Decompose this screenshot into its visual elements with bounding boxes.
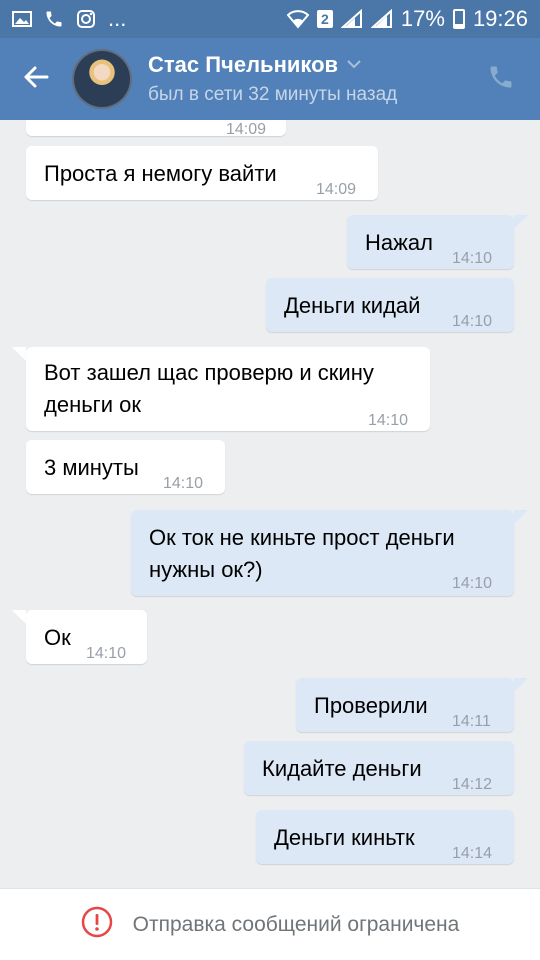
bubble-tail bbox=[12, 610, 26, 624]
notifications-more: ... bbox=[108, 6, 127, 31]
message-text: Ок ток не киньте прост деньги bbox=[149, 525, 455, 550]
bubble-tail bbox=[514, 678, 528, 692]
message-text: Кидайте деньги bbox=[262, 756, 422, 781]
signal-icon bbox=[340, 9, 363, 29]
instagram-icon bbox=[76, 9, 96, 29]
message-time: 14:11 bbox=[452, 713, 491, 730]
message-incoming[interactable]: Ок 14:10 bbox=[26, 610, 147, 664]
call-button[interactable] bbox=[484, 62, 518, 96]
message-incoming[interactable]: 3 минуты 14:10 bbox=[26, 440, 225, 494]
error-icon bbox=[81, 906, 113, 943]
message-list[interactable]: 14:09 Проста я немогу вайти 14:09 Нажал … bbox=[0, 120, 540, 888]
message-incoming[interactable]: Проста я немогу вайти 14:09 bbox=[26, 146, 378, 200]
message-outgoing[interactable]: Деньги кидай 14:10 bbox=[266, 278, 514, 332]
message-outgoing[interactable]: Нажал 14:10 bbox=[347, 215, 514, 269]
restriction-notice: Отправка сообщений ограничена bbox=[132, 912, 460, 936]
message-text-line-2: нужны ок?) bbox=[149, 557, 263, 582]
message-outgoing[interactable]: Ок ток не киньте прост деньги нужны ок?)… bbox=[131, 510, 514, 596]
image-icon bbox=[12, 10, 32, 28]
message-incoming[interactable]: Вот зашел щас проверю и скину деньги ок … bbox=[26, 347, 430, 431]
message-time: 14:10 bbox=[452, 250, 493, 267]
wifi-icon bbox=[286, 9, 309, 29]
signal-icon bbox=[370, 9, 393, 29]
message-text: Вот зашел щас проверю и скину bbox=[44, 360, 374, 385]
message-text: 3 минуты bbox=[44, 455, 139, 480]
battery-icon bbox=[452, 9, 465, 29]
message-text: Нажал bbox=[365, 230, 433, 255]
message-text: Проверили bbox=[314, 693, 428, 718]
back-button[interactable] bbox=[0, 38, 72, 120]
status-bar: ... 2 17% 19:26 bbox=[0, 0, 540, 38]
contact-info[interactable]: Стас Пчельников был в сети 32 минуты наз… bbox=[148, 52, 397, 106]
chat-header: Стас Пчельников был в сети 32 минуты наз… bbox=[0, 38, 540, 120]
message-time: 14:09 bbox=[316, 181, 357, 198]
message-text: Проста я немогу вайти bbox=[44, 161, 277, 186]
sim-badge: 2 bbox=[316, 10, 333, 28]
back-arrow-icon bbox=[23, 65, 49, 94]
message-time: 14:14 bbox=[452, 845, 493, 862]
message-time: 14:09 bbox=[226, 121, 267, 138]
message-time: 14:10 bbox=[163, 475, 204, 492]
message-text: Деньги киньтк bbox=[274, 825, 415, 850]
battery-percent: 17% bbox=[400, 6, 445, 31]
message-time: 14:10 bbox=[452, 575, 493, 592]
message-outgoing[interactable]: Деньги киньтк 14:14 bbox=[256, 810, 514, 864]
message-time: 14:12 bbox=[452, 776, 493, 793]
message-time: 14:10 bbox=[368, 412, 409, 429]
clock: 19:26 bbox=[472, 6, 528, 31]
message-time: 14:10 bbox=[452, 313, 493, 330]
bubble-tail bbox=[12, 347, 26, 361]
message-outgoing[interactable]: Кидайте деньги 14:12 bbox=[244, 741, 514, 795]
bubble-tail bbox=[514, 510, 528, 524]
message-text-line-2: деньги ок bbox=[44, 392, 141, 417]
message-text: Ок bbox=[44, 625, 71, 650]
phone-icon bbox=[44, 9, 64, 29]
contact-name: Стас Пчельников bbox=[148, 52, 339, 77]
chevron-down-icon bbox=[346, 56, 362, 74]
call-icon bbox=[487, 63, 515, 96]
bubble-tail bbox=[514, 215, 528, 229]
contact-status: был в сети 32 минуты назад bbox=[148, 84, 398, 105]
message-time: 14:10 bbox=[86, 645, 127, 662]
avatar[interactable] bbox=[72, 49, 132, 109]
message-outgoing[interactable]: Проверили 14:11 bbox=[296, 678, 514, 732]
messaging-restricted-banner: Отправка сообщений ограничена bbox=[0, 888, 540, 960]
message-incoming[interactable]: 14:09 bbox=[26, 120, 286, 138]
message-text: Деньги кидай bbox=[284, 293, 421, 318]
